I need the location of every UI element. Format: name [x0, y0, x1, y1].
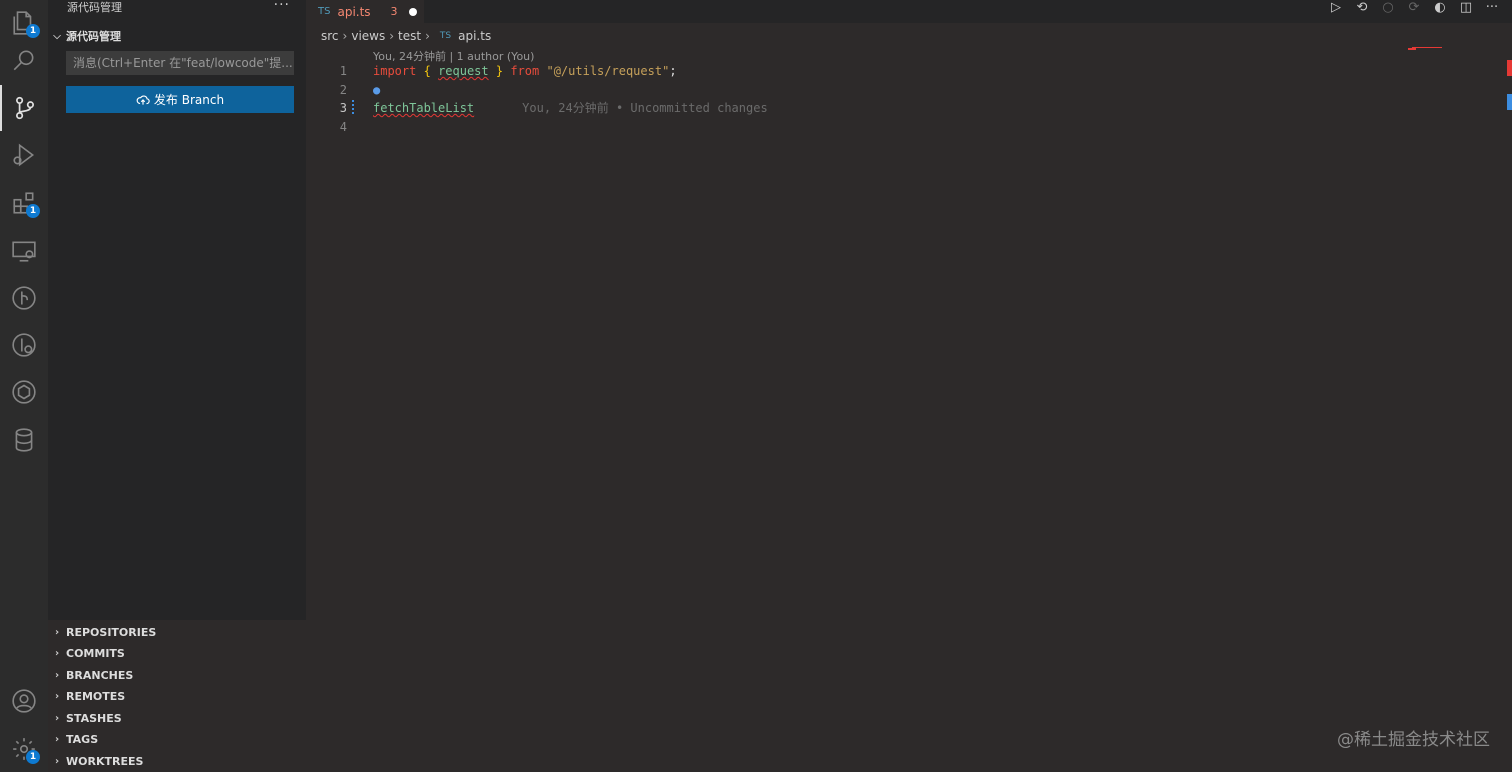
extensions-badge: 1 — [26, 204, 40, 218]
section-branches[interactable]: › BRANCHES — [48, 665, 306, 685]
chevron-right-icon: › — [54, 712, 60, 724]
section-stashes[interactable]: › STASHES — [48, 708, 306, 728]
extensions-icon[interactable]: 1 — [0, 180, 48, 226]
chevron-right-icon: › — [54, 647, 60, 659]
go-back-icon[interactable]: ⟲ — [1354, 0, 1370, 16]
line-number-gutter: 1 2 3 4 — [306, 62, 350, 136]
semicolon: ; — [669, 64, 677, 78]
section-commits[interactable]: › COMMITS — [48, 643, 306, 663]
line-number-current: 3 — [339, 101, 347, 115]
section-repositories[interactable]: › REPOSITORIES — [48, 622, 306, 642]
breadcrumb-item[interactable]: test — [398, 29, 421, 43]
codesandbox-icon[interactable] — [0, 369, 48, 415]
publish-label: 发布 Branch — [153, 93, 225, 107]
chevron-right-icon: › — [54, 669, 60, 681]
identifier-request: request — [438, 64, 489, 78]
chevron-right-icon: › — [54, 626, 60, 638]
database-icon[interactable] — [0, 417, 48, 463]
breadcrumb: src › views › test › TS api.ts — [321, 28, 491, 44]
error-marker — [1507, 60, 1512, 76]
code-line: import { request } from "@/utils/request… — [373, 62, 768, 81]
lightbulb-icon[interactable]: ● — [373, 83, 380, 97]
watermark: @稀土掘金技术社区 — [1337, 730, 1490, 750]
remote-explorer-icon[interactable] — [0, 228, 48, 274]
chevron-right-icon: › — [54, 690, 60, 702]
chevron-right-icon: › — [342, 29, 348, 43]
tab-filename: api.ts — [337, 4, 371, 19]
section-tags[interactable]: › TAGS — [48, 729, 306, 749]
typescript-file-icon: TS — [318, 6, 331, 17]
explorer-badge: 1 — [26, 24, 40, 38]
tab-api-ts[interactable]: TS api.ts 3 — [306, 0, 424, 23]
more-actions-icon[interactable]: ··· — [274, 0, 290, 13]
code-line: ● — [373, 81, 768, 100]
sidebar-title: 源代码管理 — [67, 1, 122, 14]
section-label: REPOSITORIES — [66, 625, 157, 639]
cloud-upload-icon — [136, 95, 150, 105]
section-remotes[interactable]: › REMOTES — [48, 686, 306, 706]
cursor-marker — [1507, 94, 1512, 110]
section-label: REMOTES — [66, 689, 126, 703]
git-graph-icon[interactable] — [0, 275, 48, 321]
code-line: fetchTableList You, 24分钟前 • Uncommitted c… — [373, 99, 768, 118]
gitlens-icon[interactable] — [0, 322, 48, 368]
run-icon[interactable]: ▷ — [1328, 0, 1344, 16]
previous-change-icon[interactable]: ○ — [1380, 0, 1396, 16]
gitlens-inspect-icon[interactable]: ◐ — [1432, 0, 1448, 16]
modified-line-indicator — [352, 100, 354, 116]
editor-actions: ▷ ⟲ ○ ⟳ ◐ ◫ ··· — [1328, 0, 1500, 16]
line-number: 4 — [339, 119, 347, 134]
minimap-markers — [1408, 47, 1444, 50]
unsaved-dot-icon[interactable] — [408, 7, 417, 16]
breadcrumb-item[interactable]: views — [351, 29, 385, 43]
brace-close: } — [495, 64, 504, 78]
section-title: 源代码管理 — [66, 30, 121, 43]
line-number: 2 — [339, 82, 347, 97]
keyword-from: from — [510, 64, 540, 78]
editor-tab-bar: TS api.ts 3 ▷ ⟲ ○ ⟳ ◐ ◫ ··· — [306, 0, 1512, 23]
section-label: COMMITS — [66, 646, 125, 660]
problem-count: 3 — [390, 5, 398, 18]
commit-message-input[interactable]: 消息(Ctrl+Enter 在"feat/lowcode"提... — [66, 51, 294, 75]
inline-blame: You, 24分钟前 • Uncommitted changes — [522, 101, 768, 115]
account-icon[interactable] — [0, 678, 48, 724]
split-editor-icon[interactable]: ◫ — [1458, 0, 1474, 16]
settings-gear-icon[interactable]: 1 — [0, 726, 48, 772]
line-number: 1 — [339, 64, 347, 78]
settings-badge: 1 — [26, 750, 40, 764]
run-debug-icon[interactable] — [0, 132, 48, 178]
section-label: WORKTREES — [66, 754, 144, 768]
section-worktrees[interactable]: › WORKTREES — [48, 751, 306, 771]
chevron-right-icon: › — [54, 733, 60, 745]
source-control-icon[interactable] — [0, 85, 48, 131]
search-icon[interactable] — [0, 38, 48, 84]
more-actions-icon[interactable]: ··· — [1484, 0, 1500, 16]
chevron-down-icon: ⌵ — [53, 30, 61, 42]
module-path-string: "@/utils/request" — [546, 64, 670, 78]
activity-bar: 1 1 1 — [0, 0, 48, 772]
chevron-right-icon: › — [425, 29, 430, 43]
section-label: BRANCHES — [66, 668, 134, 682]
publish-branch-button[interactable]: 发布 Branch — [66, 86, 294, 113]
source-control-sidebar: 源代码管理 ··· ⌵ 源代码管理 消息(Ctrl+Enter 在"feat/l… — [48, 0, 306, 772]
chevron-right-icon: › — [389, 29, 395, 43]
breadcrumb-file[interactable]: api.ts — [458, 29, 491, 43]
gitlens-sections: › REPOSITORIES › COMMITS › BRANCHES › REMOTE… — [48, 620, 306, 772]
section-label: TAGS — [66, 732, 99, 746]
source-control-section-header[interactable]: ⌵ 源代码管理 — [48, 26, 306, 46]
section-label: STASHES — [66, 711, 122, 725]
brace-open: { — [423, 64, 431, 78]
chevron-right-icon: › — [54, 755, 60, 767]
code-editor[interactable]: import { request } from "@/utils/request… — [373, 62, 768, 136]
next-change-icon[interactable]: ⟳ — [1406, 0, 1422, 16]
breadcrumb-item[interactable]: src — [321, 29, 339, 43]
identifier-fetchtablelist: fetchTableList — [373, 101, 475, 115]
keyword-import: import — [373, 64, 417, 78]
typescript-file-icon: TS — [439, 31, 452, 41]
